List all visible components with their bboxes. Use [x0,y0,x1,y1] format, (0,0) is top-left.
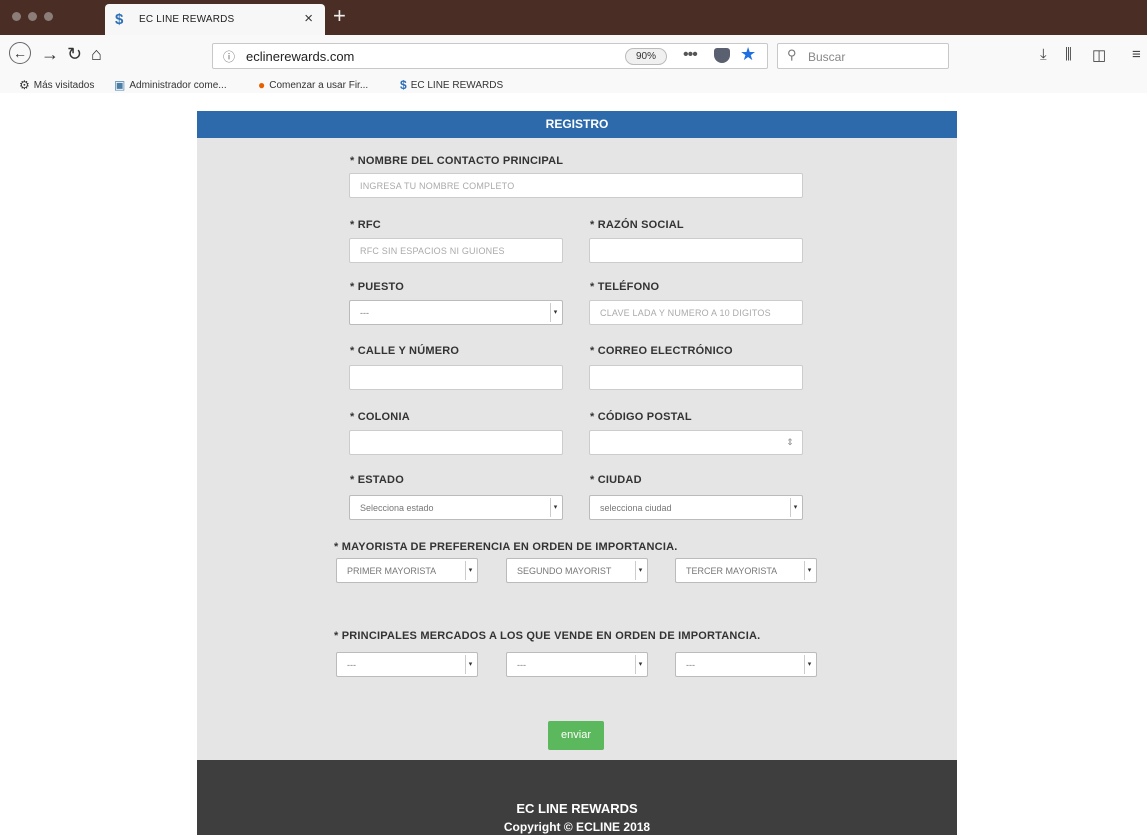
footer-copyright: Copyright © ECLINE 2018 [503,820,651,834]
bookmark-firefox[interactable]: ● Comenzar a usar Fir... [258,78,368,92]
bookmark-label: Más visitados [33,79,95,91]
library-icon[interactable]: ⫼ [1065,46,1072,63]
minimize-window-dot[interactable] [28,12,37,21]
razon-input[interactable] [589,238,803,263]
mayorista-value: SEGUNDO MAYORIST [517,566,612,576]
mercados-value: --- [347,660,356,670]
mayorista-value: TERCER MAYORISTA [686,566,778,576]
mercados-label: * PRINCIPALES MERCADOS A LOS QUE VENDE E… [334,630,761,642]
bookmark-label: EC LINE REWARDS [410,79,504,91]
reload-icon[interactable]: ↻ [67,44,82,65]
registration-page: REGISTRO * NOMBRE DEL CONTACTO PRINCIPAL… [197,111,957,835]
address-bar[interactable]: ⓘ eclinerewards.com 90% ••• ★ [212,43,768,69]
mayorista-select-2[interactable]: SEGUNDO MAYORIST ▾ [506,558,648,583]
estado-value: Selecciona estado [360,503,434,513]
chevron-down-icon: ▾ [790,498,800,517]
image-icon: ▣ [114,78,126,92]
calle-input[interactable] [349,365,563,390]
search-bar[interactable]: ⚲ Buscar [777,43,949,69]
zoom-indicator[interactable]: 90% [625,48,667,65]
chevron-down-icon: ▾ [635,655,645,674]
chevron-down-icon: ▾ [550,303,560,322]
close-window-dot[interactable] [12,12,21,21]
telefono-label: * TELÉFONO [590,281,660,293]
mercados-value: --- [517,660,526,670]
home-icon[interactable]: ⌂ [91,44,102,65]
mayorista-select-3[interactable]: TERCER MAYORISTA ▾ [675,558,817,583]
cp-label: * CÓDIGO POSTAL [590,411,692,423]
chevron-down-icon: ▾ [804,655,814,674]
page-actions-icon[interactable]: ••• [683,46,698,64]
browser-tab[interactable]: $ EC LINE REWARDS × [105,4,325,35]
back-arrow-icon[interactable]: ← [9,42,31,64]
forward-arrow-icon[interactable]: → [41,44,59,65]
form-title: REGISTRO [197,111,957,138]
close-tab-icon[interactable]: × [304,10,313,27]
chevron-down-icon: ▾ [465,655,475,674]
bookmark-ecline[interactable]: $ EC LINE REWARDS [400,78,503,92]
download-icon[interactable]: ⤓ [1040,46,1047,63]
chevron-down-icon: ▾ [635,561,645,580]
gear-icon: ⚙ [19,78,30,92]
mercados-select-1[interactable]: --- ▾ [336,652,478,677]
tab-title: EC LINE REWARDS [139,14,235,25]
mayorista-label: * MAYORISTA DE PREFERENCIA EN ORDEN DE I… [334,541,678,553]
puesto-label: * PUESTO [350,281,404,293]
nombre-input[interactable]: INGRESA TU NOMBRE COMPLETO [349,173,803,198]
dollar-icon: $ [400,78,407,92]
chevron-down-icon: ▾ [550,498,560,517]
chevron-down-icon: ▾ [804,561,814,580]
bookmark-label: Comenzar a usar Fir... [269,79,369,91]
window-controls[interactable] [12,12,53,21]
pocket-icon[interactable] [714,48,730,63]
estado-select[interactable]: Selecciona estado ▾ [349,495,563,520]
mercados-select-3[interactable]: --- ▾ [675,652,817,677]
calle-label: * CALLE Y NÚMERO [350,345,460,357]
bookmark-most-visited[interactable]: ⚙ Más visitados [19,78,94,92]
mercados-value: --- [686,660,695,670]
bookmarks-toolbar: ⚙ Más visitados ▣ Administrador come... … [0,77,1147,93]
correo-input[interactable] [589,365,803,390]
ciudad-value: selecciona ciudad [600,503,672,513]
navigation-toolbar: ← → ↻ ⌂ ⓘ eclinerewards.com 90% ••• ★ ⚲ … [0,35,1147,77]
estado-label: * ESTADO [350,474,404,486]
maximize-window-dot[interactable] [44,12,53,21]
sidebar-icon[interactable]: ◫ [1092,46,1106,64]
mercados-select-2[interactable]: --- ▾ [506,652,648,677]
colonia-label: * COLONIA [350,411,410,423]
puesto-value: --- [360,308,369,318]
razon-label: * RAZÓN SOCIAL [590,219,684,231]
rfc-input[interactable]: RFC SIN ESPACIOS NI GUIONES [349,238,563,263]
menu-icon[interactable]: ≡ [1132,46,1141,63]
dollar-favicon-icon: $ [115,11,124,28]
footer-brand: EC LINE REWARDS [516,801,638,816]
bookmark-label: Administrador come... [129,79,227,91]
url-text[interactable]: eclinerewards.com [246,49,354,64]
page-footer: EC LINE REWARDS Copyright © ECLINE 2018 [197,760,957,835]
browser-titlebar: $ EC LINE REWARDS × + [0,0,1147,35]
mayorista-select-1[interactable]: PRIMER MAYORISTA ▾ [336,558,478,583]
bookmark-star-icon[interactable]: ★ [740,44,756,65]
colonia-input[interactable] [349,430,563,455]
bookmark-admin[interactable]: ▣ Administrador come... [114,78,227,92]
ciudad-select[interactable]: selecciona ciudad ▾ [589,495,803,520]
new-tab-icon[interactable]: + [333,3,346,29]
nombre-label: * NOMBRE DEL CONTACTO PRINCIPAL [350,155,564,167]
mayorista-value: PRIMER MAYORISTA [347,566,437,576]
search-placeholder: Buscar [808,50,846,64]
cp-input[interactable]: ⇕ [589,430,803,455]
ciudad-label: * CIUDAD [590,474,642,486]
puesto-select[interactable]: --- ▾ [349,300,563,325]
telefono-input[interactable]: CLAVE LADA Y NUMERO A 10 DIGITOS [589,300,803,325]
firefox-icon: ● [258,78,266,92]
info-icon[interactable]: ⓘ [223,48,235,65]
chevron-down-icon: ▾ [465,561,475,580]
spinner-icon[interactable]: ⇕ [786,437,794,448]
correo-label: * CORREO ELECTRÓNICO [590,345,733,357]
submit-button[interactable]: enviar [548,721,604,750]
search-icon: ⚲ [787,47,797,62]
rfc-label: * RFC [350,219,381,231]
